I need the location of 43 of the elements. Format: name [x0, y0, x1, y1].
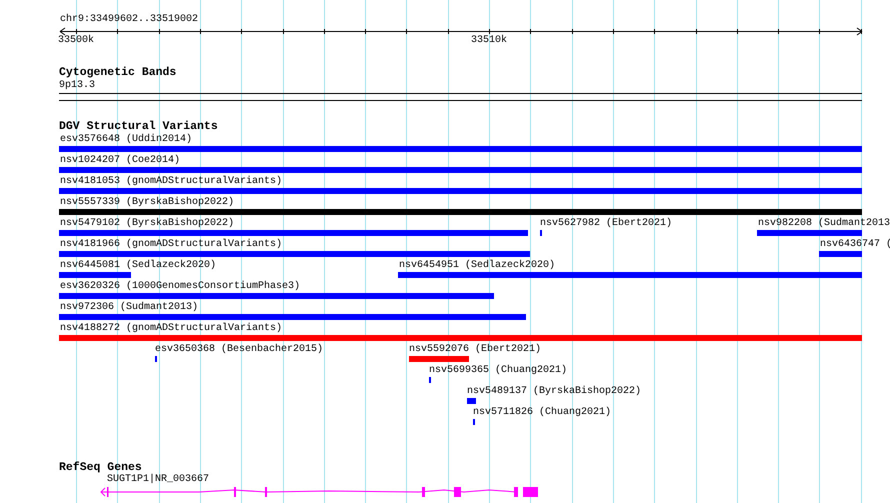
variant-label: nsv5699365 (Chuang2021)	[429, 365, 568, 377]
variant-label: nsv5627982 (Ebert2021)	[540, 218, 672, 230]
variant-label: esv3650368 (Besenbacher2015)	[155, 344, 324, 356]
variant-bar[interactable]	[59, 230, 528, 236]
variant-label: nsv1024207 (Coe2014)	[60, 155, 180, 167]
variant-bar[interactable]	[819, 251, 862, 257]
ruler-tick-label: 33500k	[58, 35, 94, 47]
variant-bar[interactable]	[59, 251, 530, 257]
track-title: Cytogenetic Bands	[59, 67, 176, 79]
variant-label: nsv4181053 (gnomADStructuralVariants)	[60, 176, 282, 188]
variant-label: nsv6445081 (Sedlazeck2020)	[60, 260, 216, 272]
variant-bar[interactable]	[59, 188, 862, 194]
variant-label: nsv4188272 (gnomADStructuralVariants)	[60, 323, 282, 335]
ruler-tick-label: 33510k	[471, 35, 508, 47]
variant-bar[interactable]	[59, 293, 494, 299]
track-title: RefSeq Genes	[59, 462, 142, 474]
variant-label: nsv5711826 (Chuang2021)	[473, 407, 612, 419]
variant-label: nsv4181966 (gnomADStructuralVariants)	[60, 239, 282, 251]
gene-label: SUGT1P1|NR_003667	[107, 474, 210, 486]
variant-bar[interactable]	[59, 335, 862, 341]
variant-bar[interactable]	[59, 314, 526, 320]
variant-bar[interactable]	[59, 209, 862, 215]
variant-label: esv3576648 (Uddin2014)	[60, 134, 192, 146]
variant-label: nsv6454951 (Sedlazeck2020)	[399, 260, 556, 272]
variant-label: esv3620326 (1000GenomesConsortiumPhase3)	[60, 281, 300, 293]
variant-label: nsv982208 (Sudmant2013	[758, 218, 890, 230]
variant-bar[interactable]	[59, 272, 131, 278]
variant-label: nsv6436747 (	[820, 239, 890, 251]
variant-label: nsv5479102 (ByrskaBishop2022)	[60, 218, 234, 230]
variant-label: nsv5489137 (ByrskaBishop2022)	[467, 386, 642, 398]
variant-bar[interactable]	[409, 356, 469, 362]
band-label: 9p13.3	[59, 80, 96, 92]
variant-bar[interactable]	[757, 230, 862, 236]
variant-bar[interactable]	[59, 167, 862, 173]
gene-model-drawing[interactable]	[99, 486, 540, 498]
variant-label: nsv5592076 (Ebert2021)	[409, 344, 542, 356]
variant-bar[interactable]	[398, 272, 862, 278]
variant-bar[interactable]	[467, 398, 476, 404]
location-label: chr9:33499602..33519002	[60, 14, 198, 26]
variant-bar[interactable]	[59, 146, 862, 152]
variant-label: nsv972306 (Sudmant2013)	[60, 302, 198, 314]
track-title: DGV Structural Variants	[59, 121, 218, 133]
variant-label: nsv5557339 (ByrskaBishop2022)	[60, 197, 234, 209]
